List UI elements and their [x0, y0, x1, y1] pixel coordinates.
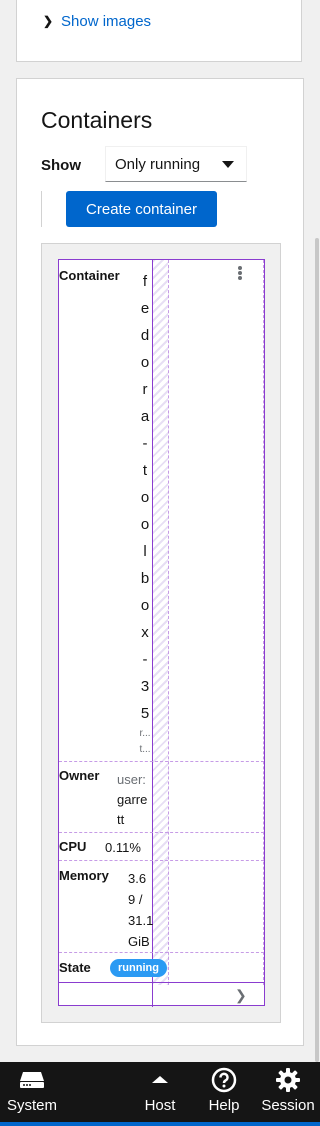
- cpu-value: 0.11%: [105, 840, 141, 855]
- nav-system-label: System: [6, 1097, 57, 1114]
- nav-system[interactable]: System: [4, 1062, 60, 1122]
- container-filter-value: Only running: [115, 155, 201, 173]
- row-divider: [59, 761, 264, 762]
- help-icon: [211, 1062, 237, 1098]
- containers-title: Containers: [41, 107, 153, 133]
- show-filter-label: Show: [41, 157, 81, 174]
- container-row[interactable]: Container f e d o r a - t o o l b o x -: [58, 259, 265, 1007]
- chevron-right-icon[interactable]: ❯: [235, 987, 247, 1004]
- row-divider-solid: [59, 982, 264, 983]
- owner-value: user: garre tt: [117, 772, 148, 827]
- column-divider-dashed: [263, 260, 264, 985]
- nav-host[interactable]: Host: [140, 1062, 180, 1122]
- nav-help[interactable]: Help: [204, 1062, 244, 1122]
- chevron-right-icon: ❯: [43, 14, 54, 28]
- row-divider: [59, 832, 264, 833]
- kebab-menu-icon[interactable]: [235, 265, 245, 283]
- container-column-label: Container: [59, 268, 120, 283]
- scrollbar-thumb[interactable]: [315, 238, 319, 1062]
- row-divider: [59, 952, 264, 953]
- page: ❯ Show images Containers Show Only runni…: [0, 0, 320, 1126]
- images-card: ❯ Show images: [16, 0, 302, 62]
- create-container-button[interactable]: Create container: [66, 191, 217, 227]
- show-images-toggle[interactable]: ❯ Show images: [43, 10, 151, 32]
- caret-down-icon: [222, 161, 234, 168]
- nav-host-label: Host: [144, 1097, 176, 1114]
- container-name[interactable]: f e d o r a - t o o l b o x - 3 5: [137, 268, 153, 727]
- show-images-label: Show images: [61, 12, 152, 30]
- status-badge: running: [110, 959, 167, 977]
- toolbar-divider: [41, 191, 42, 227]
- memory-label: Memory: [59, 868, 109, 883]
- server-icon: [19, 1062, 45, 1098]
- memory-value: 3.6 9 / 31.1 GiB: [128, 871, 154, 949]
- row-divider: [59, 860, 264, 861]
- container-filter-select[interactable]: Only running: [105, 146, 247, 182]
- nav-help-label: Help: [208, 1097, 240, 1114]
- containers-card: Containers Show Only running Create cont…: [16, 78, 304, 1046]
- caret-up-icon: [152, 1062, 168, 1098]
- nav-session[interactable]: Session: [259, 1062, 317, 1122]
- containers-table: Container f e d o r a - t o o l b o x -: [41, 243, 281, 1023]
- gear-icon: [275, 1062, 301, 1098]
- owner-label: Owner: [59, 768, 100, 783]
- bottom-nav: System Host Help Session: [0, 1062, 320, 1126]
- hatched-column: [153, 260, 169, 985]
- cpu-label: CPU: [59, 839, 87, 854]
- state-label: State: [59, 960, 91, 975]
- scrollbar-track[interactable]: [314, 0, 320, 1062]
- container-image: r... t...: [139, 728, 151, 755]
- nav-session-label: Session: [261, 1097, 315, 1114]
